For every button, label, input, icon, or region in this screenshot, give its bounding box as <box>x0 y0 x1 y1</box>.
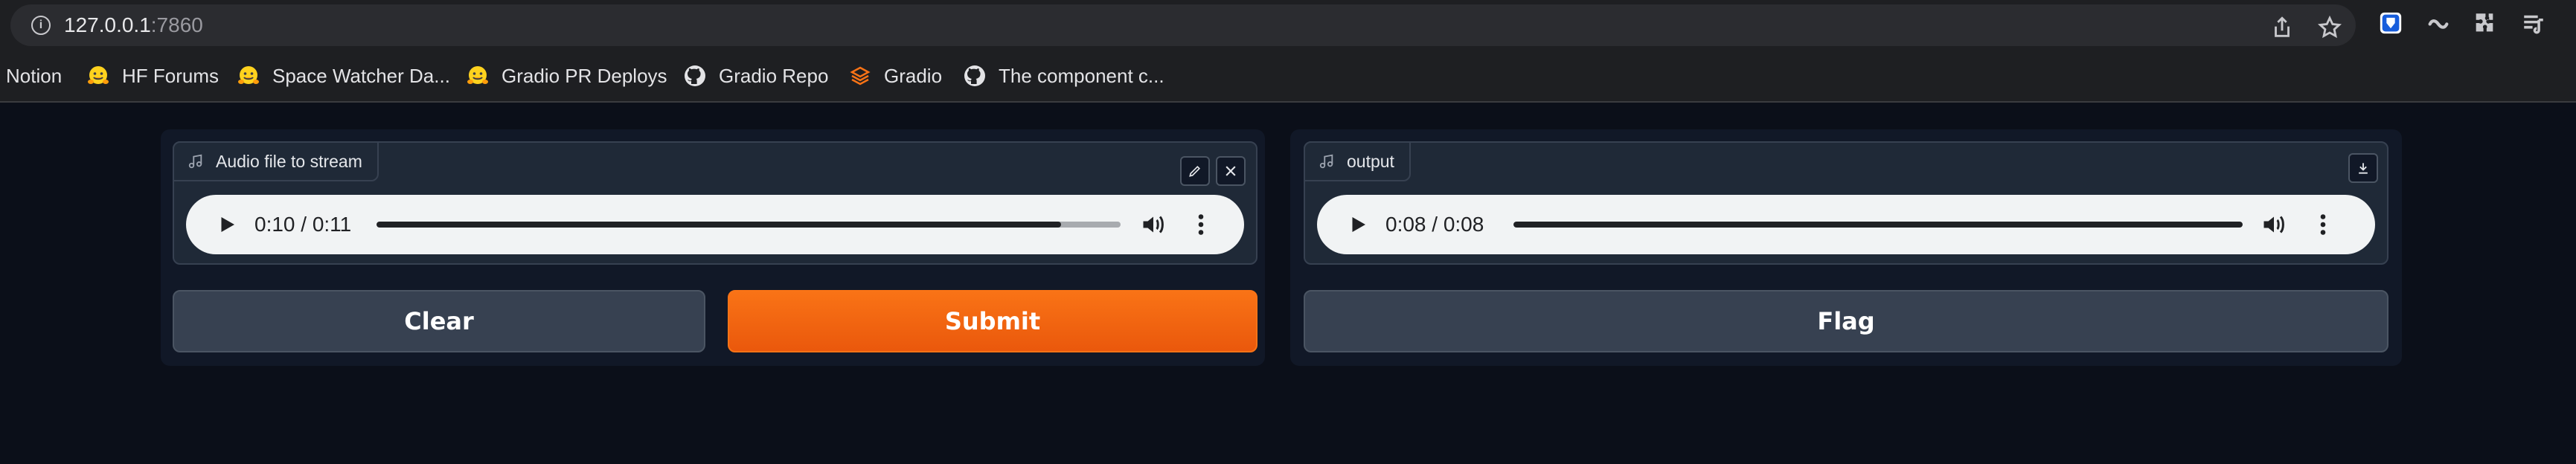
puzzle-icon[interactable] <box>2472 10 2497 36</box>
input-audio-label: Audio file to stream <box>173 141 379 181</box>
pencil-icon <box>1189 165 1201 177</box>
extension-link-icon[interactable] <box>2426 10 2451 36</box>
clear-audio-button[interactable] <box>1216 156 1246 186</box>
extension-bitwarden-icon[interactable] <box>2378 10 2403 36</box>
github-icon <box>683 64 707 88</box>
input-audio-progress-fill <box>377 222 1061 228</box>
output-audio-block: output 0:08 / 0:08 <box>1304 141 2388 265</box>
output-audio-progress-fill <box>1513 222 2243 228</box>
bookmark-space-watcher[interactable]: Space Watcher Da... <box>237 49 450 103</box>
hugging-face-icon <box>466 64 490 88</box>
reading-list-icon[interactable] <box>2521 10 2546 36</box>
gradio-icon <box>848 64 872 88</box>
bookmark-label: Gradio Repo <box>719 64 829 87</box>
edit-button[interactable] <box>1180 156 1210 186</box>
bookmarks-bar: Notion HF Forums Space Watcher Da... Gra… <box>0 49 2576 103</box>
volume-icon[interactable] <box>2261 211 2287 238</box>
bookmark-label: The component c... <box>999 64 1164 87</box>
hugging-face-icon <box>237 64 260 88</box>
output-audio-label: output <box>1304 141 1411 181</box>
bookmark-gradio-pr-deploys[interactable]: Gradio PR Deploys <box>466 49 667 103</box>
input-audio-seek-bar[interactable] <box>377 222 1121 228</box>
bookmark-label: Gradio <box>884 64 943 87</box>
bookmark-label: Gradio PR Deploys <box>502 64 667 87</box>
flag-button[interactable]: Flag <box>1304 290 2388 352</box>
output-audio-seek-bar[interactable] <box>1513 222 2243 228</box>
github-icon <box>963 64 987 88</box>
more-options-icon[interactable] <box>1188 211 1214 238</box>
volume-icon[interactable] <box>1140 211 1167 238</box>
share-icon[interactable] <box>2269 15 2295 40</box>
bookmark-label: Space Watcher Da... <box>272 64 450 87</box>
bookmark-notion[interactable]: Notion <box>6 49 62 103</box>
bookmark-component-collection[interactable]: The component c... <box>963 49 1164 103</box>
browser-toolbar: i 127.0.0.1:7860 <box>0 0 2576 49</box>
bookmark-hf-forums[interactable]: HF Forums <box>86 49 219 103</box>
input-audio-block: Audio file to stream 0:10 / 0:11 <box>173 141 1257 265</box>
info-icon[interactable]: i <box>31 16 51 35</box>
input-audio-player[interactable]: 0:10 / 0:11 <box>186 195 1244 254</box>
submit-button[interactable]: Submit <box>728 290 1257 352</box>
play-icon[interactable] <box>216 213 238 236</box>
download-button[interactable] <box>2348 153 2378 183</box>
clear-button[interactable]: Clear <box>173 290 705 352</box>
bookmark-gradio[interactable]: Gradio <box>848 49 942 103</box>
bookmark-label: HF Forums <box>122 64 219 87</box>
hugging-face-icon <box>86 64 110 88</box>
play-icon[interactable] <box>1347 213 1369 236</box>
music-note-icon <box>188 153 204 170</box>
input-audio-label-text: Audio file to stream <box>216 151 362 171</box>
bookmark-gradio-repo[interactable]: Gradio Repo <box>683 49 828 103</box>
address-bar[interactable]: i 127.0.0.1:7860 <box>10 4 2356 46</box>
more-options-icon[interactable] <box>2310 211 2336 238</box>
music-note-icon <box>1319 153 1335 170</box>
url-text[interactable]: 127.0.0.1:7860 <box>64 4 203 46</box>
output-audio-label-text: output <box>1347 151 1394 171</box>
output-audio-time: 0:08 / 0:08 <box>1385 213 1484 236</box>
star-icon[interactable] <box>2317 15 2342 40</box>
bookmark-label: Notion <box>6 64 63 87</box>
close-icon <box>1225 166 1236 176</box>
download-icon <box>2359 163 2368 174</box>
output-audio-player[interactable]: 0:08 / 0:08 <box>1317 195 2375 254</box>
input-audio-time: 0:10 / 0:11 <box>254 213 352 236</box>
